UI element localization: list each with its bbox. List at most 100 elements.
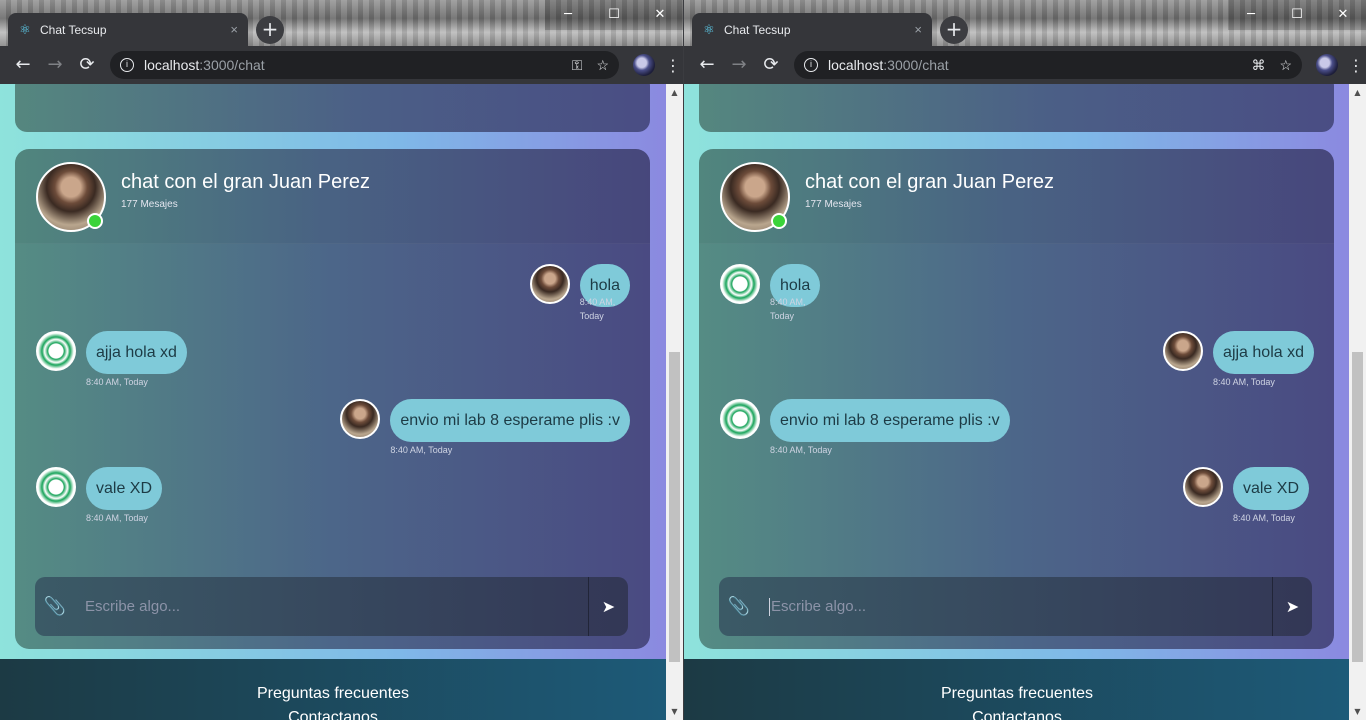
- browser-tab[interactable]: ⚛ Chat Tecsup ×: [8, 13, 248, 46]
- user-avatar: [1163, 331, 1204, 371]
- list-item: ajja hola xd 8:40 AM, Today: [1163, 331, 1314, 387]
- message-composer: 📎 Escribe algo... ➤: [35, 577, 628, 636]
- url-path: :3000/chat: [883, 57, 949, 73]
- send-icon[interactable]: ➤: [1272, 577, 1312, 636]
- url-host: localhost: [144, 57, 200, 73]
- user-avatar: [1182, 467, 1223, 507]
- back-button[interactable]: ←: [692, 50, 722, 80]
- page-footer: Preguntas frecuentes Contactanos: [0, 659, 666, 720]
- list-item: envio mi lab 8 esperame plis :v 8:40 AM,…: [340, 399, 630, 455]
- message-composer: 📎 Escribe algo... ➤: [719, 577, 1312, 636]
- title-bar: ⚛ Chat Tecsup × + ─ ☐ ✕: [684, 0, 1366, 46]
- list-item: envio mi lab 8 esperame plis :v 8:40 AM,…: [720, 399, 1010, 455]
- input-placeholder: Escribe algo...: [771, 598, 867, 615]
- contact-link[interactable]: Contactanos: [0, 709, 666, 720]
- profile-avatar[interactable]: [1316, 54, 1338, 76]
- list-item: hola 8:40 AM, Today: [720, 264, 821, 323]
- faq-link[interactable]: Preguntas frecuentes: [684, 685, 1350, 703]
- message-bubble: vale XD: [1232, 467, 1309, 510]
- scrollbar-thumb[interactable]: [669, 352, 680, 662]
- title-bar: ⚛ Chat Tecsup × + ─ ☐ ✕: [0, 0, 683, 46]
- close-window-button[interactable]: ✕: [637, 0, 683, 30]
- message-time: 8:40 AM, Today: [86, 377, 148, 387]
- tab-title: Chat Tecsup: [724, 22, 791, 37]
- star-icon[interactable]: ☆: [1279, 57, 1292, 74]
- list-item: vale XD 8:40 AM, Today: [1182, 467, 1309, 523]
- address-bar[interactable]: i localhost:3000/chat ⚿ ☆: [110, 51, 619, 79]
- scroll-down-icon[interactable]: ▼: [1349, 703, 1366, 720]
- scrollbar-thumb[interactable]: [1352, 352, 1363, 662]
- bot-avatar-icon: [720, 264, 760, 304]
- new-tab-button[interactable]: +: [256, 16, 284, 44]
- message-time: 8:40 AM, Today: [86, 513, 148, 523]
- key-icon[interactable]: ⚿: [572, 57, 583, 74]
- message-time: 8:40 AM, Today: [1232, 513, 1295, 523]
- minimize-button[interactable]: ─: [1228, 0, 1274, 30]
- message-time: 8:40 AM, Today: [1213, 377, 1275, 387]
- react-icon: ⚛: [703, 21, 715, 37]
- paperclip-icon[interactable]: 📎: [35, 596, 75, 617]
- scrollbar[interactable]: ▲ ▼: [666, 84, 683, 720]
- message-bubble: envio mi lab 8 esperame plis :v: [770, 399, 1010, 442]
- bot-avatar-icon: [720, 399, 760, 439]
- profile-avatar[interactable]: [633, 54, 655, 76]
- user-avatar: [340, 399, 381, 439]
- scroll-up-icon[interactable]: ▲: [666, 84, 683, 101]
- tab-close-icon[interactable]: ×: [914, 22, 922, 37]
- user-avatar: [529, 264, 570, 304]
- send-icon[interactable]: ➤: [588, 577, 628, 636]
- faq-link[interactable]: Preguntas frecuentes: [0, 685, 666, 703]
- reload-button[interactable]: ⟳: [72, 50, 102, 80]
- previous-card: [699, 84, 1334, 132]
- scrollbar[interactable]: ▲ ▼: [1349, 84, 1366, 720]
- page-viewport: chat con el gran Juan Perez 177 Mesajes …: [684, 84, 1350, 720]
- star-icon[interactable]: ☆: [596, 57, 609, 74]
- page-footer: Preguntas frecuentes Contactanos: [684, 659, 1350, 720]
- message-count: 177 Mesajes: [121, 199, 178, 210]
- minimize-button[interactable]: ─: [545, 0, 591, 30]
- browser-toolbar: ← → ⟳ i localhost:3000/chat ⌘ ☆ ⋮: [684, 46, 1366, 84]
- address-bar[interactable]: i localhost:3000/chat ⌘ ☆: [794, 51, 1302, 79]
- message-input[interactable]: Escribe algo...: [759, 577, 1272, 636]
- list-item: hola 8:40 AM, Today: [529, 264, 630, 323]
- back-button[interactable]: ←: [8, 50, 38, 80]
- message-bubble: envio mi lab 8 esperame plis :v: [390, 399, 630, 442]
- chat-card: chat con el gran Juan Perez 177 Mesajes …: [15, 149, 650, 649]
- menu-icon[interactable]: ⋮: [665, 56, 681, 75]
- maximize-button[interactable]: ☐: [591, 0, 637, 30]
- close-window-button[interactable]: ✕: [1320, 0, 1366, 30]
- info-icon[interactable]: i: [804, 58, 818, 72]
- contact-link[interactable]: Contactanos: [684, 709, 1350, 720]
- react-icon: ⚛: [19, 21, 31, 37]
- bot-avatar-icon: [36, 467, 76, 507]
- scroll-down-icon[interactable]: ▼: [666, 703, 683, 720]
- page-viewport: chat con el gran Juan Perez 177 Mesajes …: [0, 84, 666, 720]
- message-time: 8:40 AM, Today: [579, 297, 616, 321]
- paperclip-icon[interactable]: 📎: [719, 596, 759, 617]
- menu-icon[interactable]: ⋮: [1348, 56, 1364, 75]
- browser-window-right: ⚛ Chat Tecsup × + ─ ☐ ✕ ← → ⟳ i localhos…: [683, 0, 1366, 720]
- list-item: ajja hola xd 8:40 AM, Today: [36, 331, 187, 387]
- new-tab-button[interactable]: +: [940, 16, 968, 44]
- maximize-button[interactable]: ☐: [1274, 0, 1320, 30]
- translate-icon[interactable]: ⌘: [1251, 57, 1265, 74]
- message-input[interactable]: Escribe algo...: [75, 577, 588, 636]
- online-status-icon: [87, 213, 103, 229]
- scroll-up-icon[interactable]: ▲: [1349, 84, 1366, 101]
- reload-button[interactable]: ⟳: [756, 50, 786, 80]
- url-path: :3000/chat: [199, 57, 265, 73]
- message-bubble: vale XD: [86, 467, 163, 510]
- info-icon[interactable]: i: [120, 58, 134, 72]
- forward-button[interactable]: →: [724, 50, 754, 80]
- tab-close-icon[interactable]: ×: [230, 22, 238, 37]
- previous-card: [15, 84, 650, 132]
- message-list: hola 8:40 AM, Today ajja hola xd 8:40 AM…: [15, 244, 650, 574]
- online-status-icon: [771, 213, 787, 229]
- forward-button[interactable]: →: [40, 50, 70, 80]
- browser-tab[interactable]: ⚛ Chat Tecsup ×: [692, 13, 932, 46]
- message-time: 8:40 AM, Today: [390, 445, 453, 455]
- message-bubble: ajja hola xd: [1213, 331, 1314, 374]
- list-item: vale XD 8:40 AM, Today: [36, 467, 163, 523]
- chat-title: chat con el gran Juan Perez: [121, 171, 371, 193]
- message-time: 8:40 AM, Today: [770, 445, 832, 455]
